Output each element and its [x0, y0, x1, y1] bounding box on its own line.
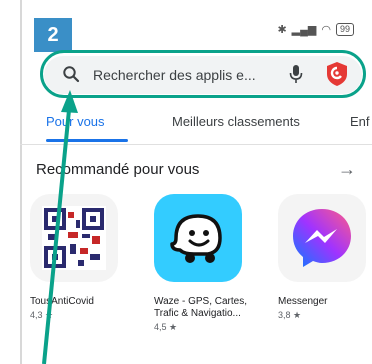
annotation-highlight-outline	[40, 50, 366, 98]
app-card-tousanticovid[interactable]: TousAntiCovid 4,3 ★	[30, 194, 130, 321]
app-name: TousAntiCovid	[30, 296, 94, 307]
signal-icon: ▂▄▆	[291, 24, 317, 36]
section-arrow-icon[interactable]: →	[338, 159, 356, 180]
qr-code-app-icon	[30, 194, 118, 282]
tab-pour-vous[interactable]: Pour vous	[46, 114, 105, 129]
active-tab-indicator	[46, 139, 128, 142]
battery-icon: 99	[335, 23, 354, 36]
bluetooth-icon: ✱	[277, 24, 287, 36]
tab-meilleurs-classements[interactable]: Meilleurs classements	[172, 114, 300, 129]
waze-app-icon	[154, 194, 242, 282]
wifi-icon: ◠	[321, 24, 331, 36]
app-rating: 4,5 ★	[154, 322, 178, 332]
status-icons: ✱ ▂▄▆ ◠ 99	[277, 23, 354, 36]
app-name: Messenger	[278, 296, 328, 307]
app-card-messenger[interactable]: Messenger 3,8 ★	[278, 194, 372, 321]
app-rating: 3,8 ★	[278, 310, 302, 320]
app-name: Waze - GPS, Cartes, Trafic & Navigatio..…	[154, 296, 247, 319]
step-number-badge: 2	[34, 18, 72, 52]
section-title: Recommandé pour vous	[36, 161, 200, 178]
messenger-app-icon	[278, 194, 366, 282]
tab-enfants[interactable]: Enf	[350, 114, 370, 129]
category-tabs: Pour vous Meilleurs classements Enf	[20, 106, 372, 145]
app-rating: 4,3 ★	[30, 310, 54, 320]
app-card-waze[interactable]: Waze - GPS, Cartes, Trafic & Navigatio..…	[154, 194, 254, 333]
